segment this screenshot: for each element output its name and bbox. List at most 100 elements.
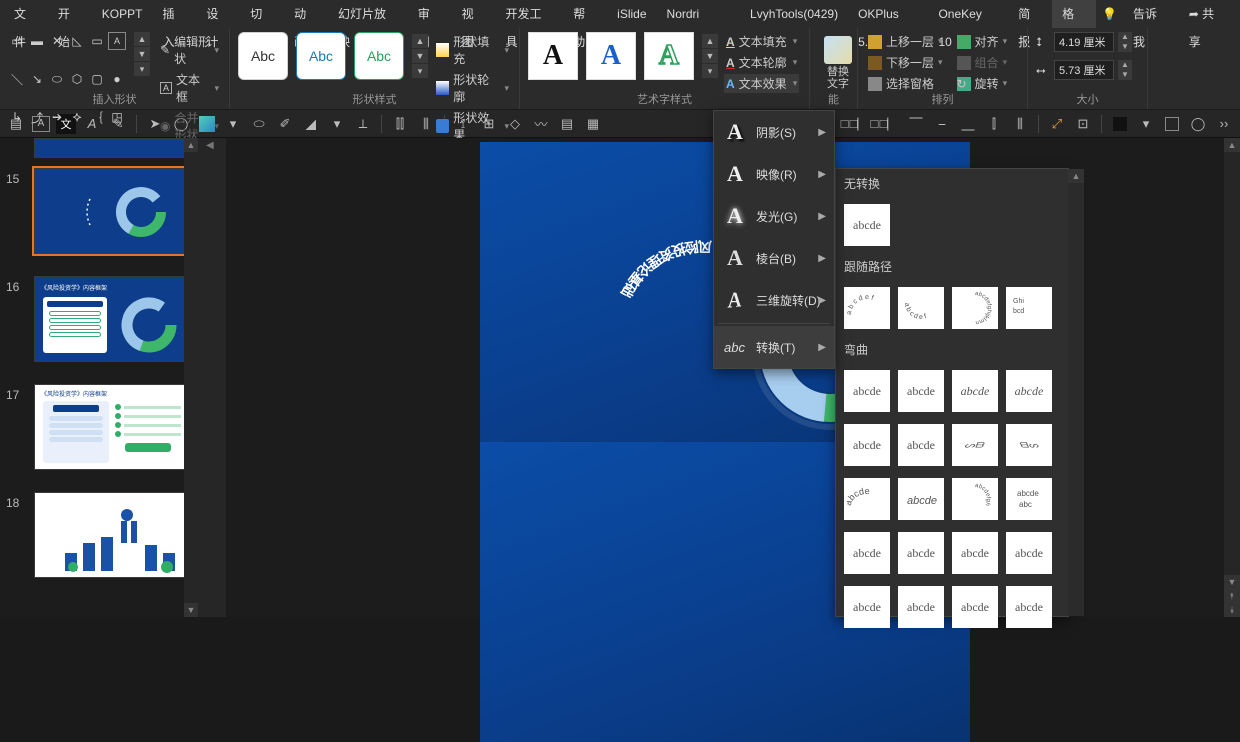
tb-align-t-icon[interactable]: ⎺: [906, 114, 926, 134]
shape-brace-icon[interactable]: ｛: [88, 108, 106, 126]
tb-circ-icon[interactable]: ◯: [1188, 114, 1208, 134]
menu-okplus[interactable]: OKPlus 5.7: [848, 0, 928, 28]
selected-arc-text[interactable]: 风险投资理论基础: [618, 238, 712, 300]
shape-dot-icon[interactable]: ●: [108, 70, 126, 88]
text-outline-button[interactable]: A文本轮廓▾: [724, 53, 799, 72]
wordart-preset-2[interactable]: A: [586, 32, 636, 80]
scroll-up-icon[interactable]: ▲: [1224, 138, 1240, 152]
warp-15[interactable]: abcde: [952, 532, 998, 574]
warp-20[interactable]: abcde: [1006, 586, 1052, 628]
warp-6[interactable]: abcde: [898, 424, 944, 466]
tb-crop-icon[interactable]: ⊡: [1073, 114, 1093, 134]
menu-koppt[interactable]: KOPPT: [92, 0, 153, 28]
menu-brief[interactable]: 简报: [1008, 0, 1052, 28]
warp-10[interactable]: a⁠bcd⁠e: [898, 478, 944, 520]
gallery-scrollbar[interactable]: ▲: [1068, 169, 1084, 616]
collapse-tri-icon[interactable]: ◀: [206, 140, 214, 151]
shape-text-icon[interactable]: ▭: [8, 32, 26, 50]
warp-11[interactable]: abcdefgh: [952, 478, 998, 520]
warp-17[interactable]: abcde: [844, 586, 890, 628]
warp-13[interactable]: abcde: [844, 532, 890, 574]
tb-align-r-icon[interactable]: □⎸: [880, 114, 900, 134]
menu-design[interactable]: 设计: [196, 0, 240, 28]
thumbs-scroll-down[interactable]: ▼: [184, 603, 198, 617]
shape-conn1-icon[interactable]: ↳: [8, 108, 26, 126]
thumb-18[interactable]: [34, 492, 186, 578]
transform-path-1[interactable]: a b c d e f: [844, 287, 890, 329]
thumbs-scrollbar[interactable]: ▲ ▼: [184, 138, 198, 617]
menu-onekey[interactable]: OneKey 10: [928, 0, 1008, 28]
shape-diag-icon[interactable]: ✕: [48, 32, 66, 50]
wordart-scroll[interactable]: ▲▼▾: [702, 34, 718, 78]
text-fill-button[interactable]: A文本填充▾: [724, 32, 799, 51]
warp-18[interactable]: abcde: [898, 586, 944, 628]
menu-3drotation[interactable]: A三维旋转(D)▶: [714, 279, 834, 321]
shape-arrow-icon[interactable]: ↘: [28, 70, 46, 88]
wordart-preset-1[interactable]: A: [528, 32, 578, 80]
thumb-16[interactable]: 《风险投资学》内容框架: [34, 276, 186, 362]
transform-none[interactable]: abcde: [844, 204, 890, 246]
menu-reflection[interactable]: A映像(R)▶: [714, 153, 834, 195]
tb-align-b-icon[interactable]: ⎽: [958, 114, 978, 134]
warp-2[interactable]: abcde: [898, 370, 944, 412]
tb-caret3-icon[interactable]: ▾: [1136, 114, 1156, 134]
group-button[interactable]: 组合 ▾: [955, 53, 1010, 72]
tb-align-c-icon[interactable]: □⎸□: [854, 114, 874, 134]
width-spinner[interactable]: ▲▼: [1118, 60, 1132, 80]
shape-star-icon[interactable]: ⯎: [68, 108, 86, 126]
tb-align-m-icon[interactable]: ⎯: [932, 114, 952, 134]
menu-format[interactable]: 格式: [1052, 0, 1096, 28]
bring-forward-button[interactable]: 上移一层 ▾: [866, 32, 945, 51]
scroll-down-icon[interactable]: ▼: [1224, 575, 1240, 589]
menu-slideshow[interactable]: 幻灯片放映: [328, 0, 408, 28]
tb-black-sq-icon[interactable]: [1110, 114, 1130, 134]
shape-oval-icon[interactable]: ⬭: [48, 70, 66, 88]
shape-tri-icon[interactable]: ◺: [68, 32, 86, 50]
menu-islide[interactable]: iSlide: [607, 0, 656, 28]
tb-layers-icon[interactable]: ▤: [557, 114, 577, 134]
warp-1[interactable]: abcde: [844, 370, 890, 412]
menu-nordri[interactable]: Nordri Tools: [657, 0, 740, 28]
warp-9[interactable]: abcde: [844, 478, 890, 520]
shape-style-scroll[interactable]: ▲▼▾: [412, 34, 428, 78]
shape-rect2-icon[interactable]: ▭: [88, 32, 106, 50]
menu-help[interactable]: 帮助: [563, 0, 607, 28]
menu-animation[interactable]: 动画: [284, 0, 328, 28]
shapes-scroll[interactable]: ▲▼▾: [134, 32, 150, 144]
shape-arrowr-icon[interactable]: ➔: [48, 108, 66, 126]
next-slide-icon[interactable]: ⯯: [1224, 603, 1240, 617]
edit-shape-button[interactable]: ✎编辑形状 ▾: [158, 32, 221, 68]
width-input[interactable]: [1054, 60, 1114, 80]
wordart-preset-3[interactable]: A: [644, 32, 694, 80]
shape-rrect-icon[interactable]: ▢: [88, 70, 106, 88]
height-input[interactable]: [1054, 32, 1114, 52]
menu-glow[interactable]: A发光(G)▶: [714, 195, 834, 237]
thumb-15[interactable]: [34, 168, 186, 254]
shape-conn2-icon[interactable]: ⤴: [28, 108, 46, 126]
share-button[interactable]: ➦ 共享: [1179, 0, 1236, 28]
menu-transform[interactable]: ab͏c转换(T)▶: [714, 326, 834, 368]
menu-bevel[interactable]: A棱台(B)▶: [714, 237, 834, 279]
shape-line-icon[interactable]: ＼: [8, 70, 26, 88]
transform-path-4[interactable]: Ghibcd: [1006, 287, 1052, 329]
shape-style-gallery[interactable]: Abc Abc Abc ▲▼▾: [238, 32, 428, 80]
shape-hex-icon[interactable]: ⬡: [68, 70, 86, 88]
menu-view[interactable]: 视图: [452, 0, 496, 28]
prev-slide-icon[interactable]: ⯭: [1224, 589, 1240, 603]
thumb-14-partial[interactable]: [34, 138, 186, 158]
warp-12[interactable]: abcdeabc: [1006, 478, 1052, 520]
tb-distv-icon[interactable]: ⫼: [1010, 114, 1030, 134]
menu-file[interactable]: 文件: [4, 0, 48, 28]
menu-devtools[interactable]: 开发工具: [496, 0, 564, 28]
menu-review[interactable]: 审阅: [408, 0, 452, 28]
height-spinner[interactable]: ▲▼: [1118, 32, 1132, 52]
tb-grid-icon[interactable]: ▦: [583, 114, 603, 134]
warp-5[interactable]: abcde: [844, 424, 890, 466]
canvas-scrollbar[interactable]: ▲ ▼ ⯭ ⯯: [1224, 138, 1240, 617]
thumb-17[interactable]: 《风险投资学》内容框架: [34, 384, 186, 470]
tell-me[interactable]: 告诉我: [1123, 0, 1179, 28]
transform-path-2[interactable]: a b c d e f: [898, 287, 944, 329]
tb-rect-icon[interactable]: [1162, 114, 1182, 134]
warp-14[interactable]: abcde: [898, 532, 944, 574]
alt-text-button[interactable]: 替换 文字: [818, 32, 858, 90]
